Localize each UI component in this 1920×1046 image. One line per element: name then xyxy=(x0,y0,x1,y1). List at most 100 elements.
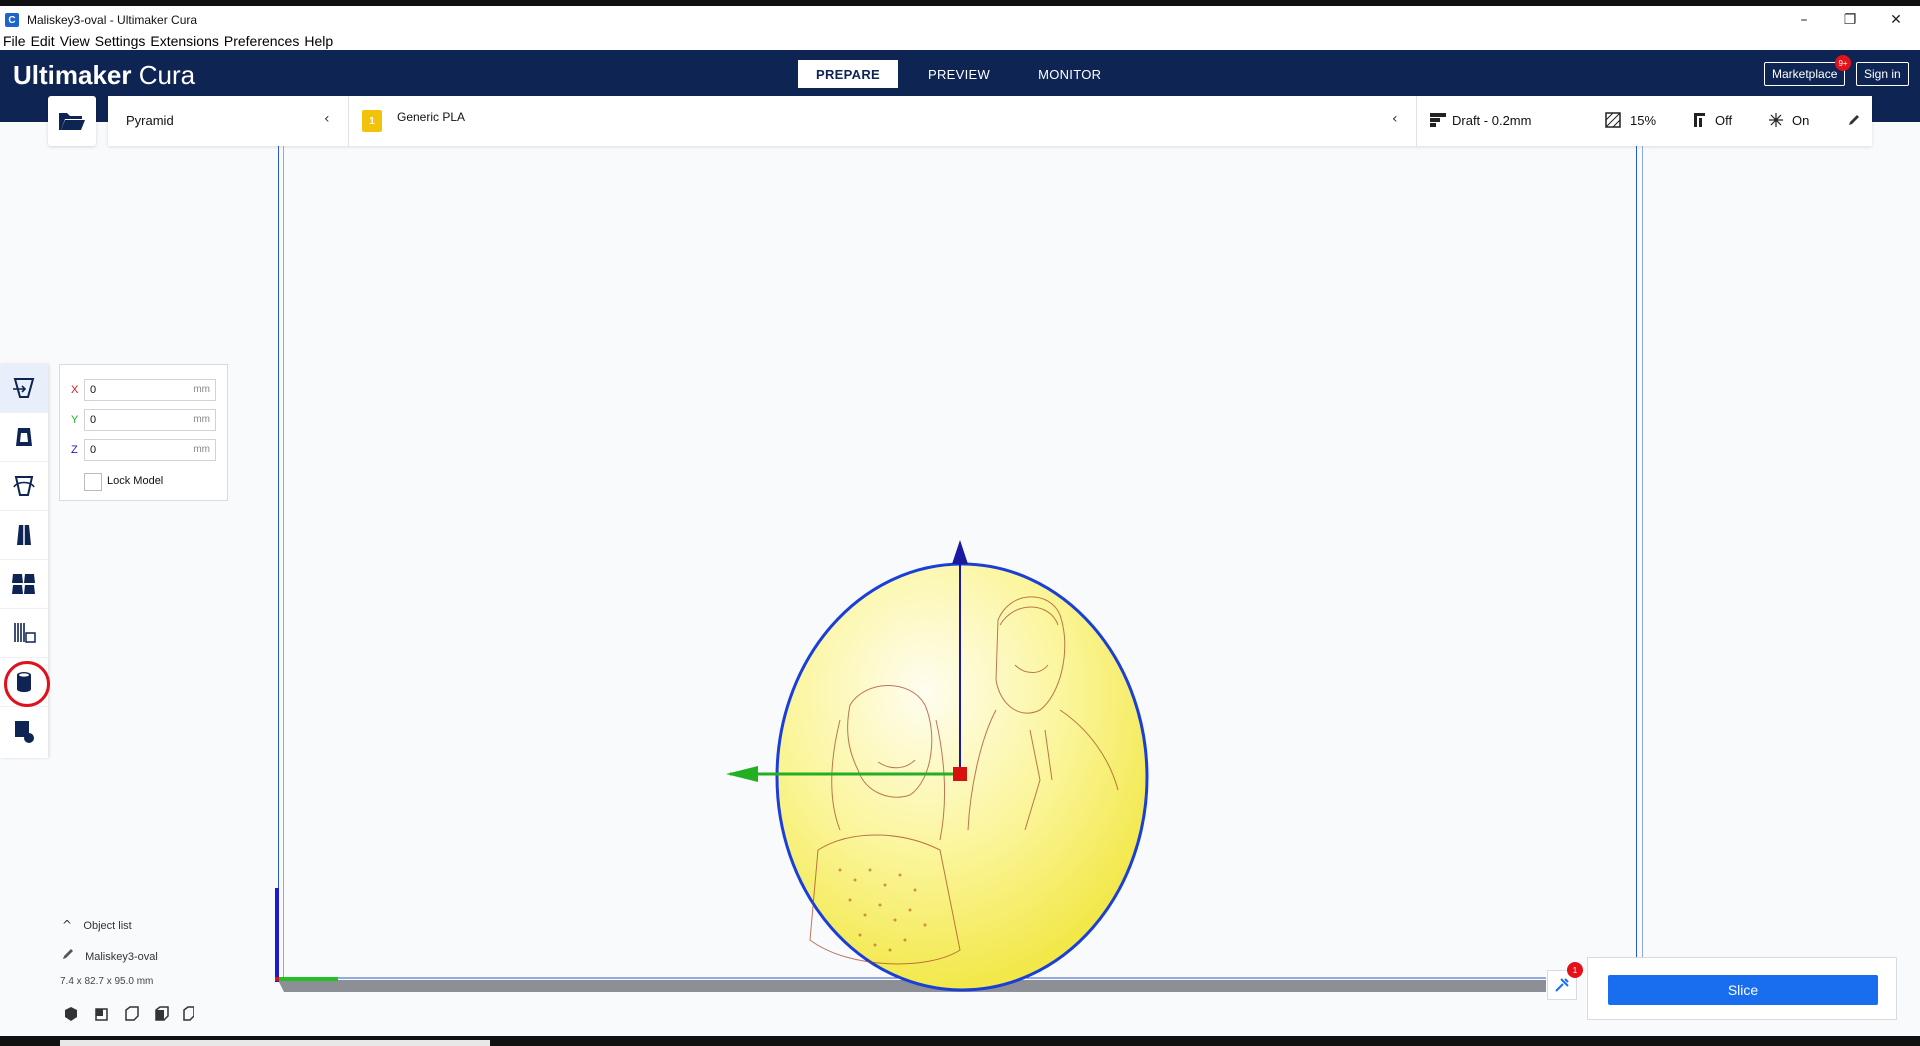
front-view-icon xyxy=(95,1008,108,1021)
folder-open-icon xyxy=(59,113,85,130)
x-position-input[interactable]: 0 mm xyxy=(84,379,216,401)
object-dimensions: 7.4 x 82.7 x 95.0 mm xyxy=(60,976,154,987)
tools-icon xyxy=(1555,978,1569,992)
sign-in-button[interactable]: Sign in xyxy=(1856,62,1909,86)
menu-view[interactable]: View xyxy=(57,34,92,50)
infill-value[interactable]: 15% xyxy=(1630,113,1656,128)
object-name: Maliskey3-oval xyxy=(85,951,158,963)
sign-in-label: Sign in xyxy=(1864,67,1901,81)
support-blocker-icon xyxy=(14,623,36,643)
profile-selector[interactable]: Draft - 0.2mm xyxy=(1452,113,1531,128)
view-orientation-buttons xyxy=(64,1006,195,1025)
mirror-tool-button[interactable] xyxy=(0,511,48,560)
menu-preferences[interactable]: Preferences xyxy=(221,34,301,50)
tab-preview[interactable]: PREVIEW xyxy=(904,60,1014,88)
build-volume-left-edge xyxy=(278,146,279,978)
pencil-icon xyxy=(63,949,73,959)
adhesion-icon xyxy=(1769,113,1783,127)
adhesion-value[interactable]: On xyxy=(1792,113,1809,128)
rotate-tool-button[interactable] xyxy=(0,462,48,511)
x-value: 0 xyxy=(90,384,97,396)
notification-badge: 1 xyxy=(1567,962,1583,978)
restore-button[interactable]: ❐ xyxy=(1827,6,1873,34)
close-window-button[interactable]: ✕ xyxy=(1873,6,1919,34)
mirror-tool-icon xyxy=(17,525,31,545)
window-title-bar: C Maliskey3-oval - Ultimaker Cura xyxy=(0,6,1920,34)
menu-bar: File Edit View Settings Extensions Prefe… xyxy=(0,34,1920,50)
move-tool-button[interactable] xyxy=(0,364,48,413)
y-unit: mm xyxy=(193,414,210,425)
divider xyxy=(1416,96,1417,146)
stage-tabs: PREPARE PREVIEW MONITOR xyxy=(798,60,1125,88)
scale-tool-button[interactable] xyxy=(0,413,48,462)
infill-icon xyxy=(1605,112,1621,128)
3d-view-icon xyxy=(65,1007,77,1021)
printer-selector[interactable]: Pyramid xyxy=(126,113,174,128)
marketplace-button[interactable]: Marketplace xyxy=(1764,62,1846,86)
x-axis-label: X xyxy=(71,384,79,396)
cura-logo: Ultimaker Cura xyxy=(13,60,195,91)
tab-prepare[interactable]: PREPARE xyxy=(798,60,898,88)
support-icon xyxy=(1694,113,1705,127)
move-tool-panel: X 0 mm Y 0 mm Z 0 mm Lock Model xyxy=(59,364,228,501)
build-volume-right-edge xyxy=(1636,146,1637,958)
profile-icon xyxy=(1430,113,1446,127)
menu-settings[interactable]: Settings xyxy=(92,34,148,50)
support-value[interactable]: Off xyxy=(1715,113,1732,128)
z-axis-label: Z xyxy=(71,444,78,456)
marketplace-badge: 9+ xyxy=(1835,55,1851,71)
move-tool-icon xyxy=(13,378,35,398)
y-position-input[interactable]: 0 mm xyxy=(84,409,216,431)
y-value: 0 xyxy=(90,414,97,426)
marketplace-label: Marketplace xyxy=(1772,67,1838,81)
taskbar-segment xyxy=(60,1040,490,1046)
object-name-row[interactable]: Maliskey3-oval xyxy=(62,948,158,963)
slice-panel: Slice xyxy=(1587,957,1897,1020)
taskbar xyxy=(0,1036,1920,1046)
chevron-up-icon: ^ xyxy=(62,918,73,932)
menu-help[interactable]: Help xyxy=(301,34,335,50)
x-axis-handle xyxy=(953,767,967,781)
extruder-badge: 1 xyxy=(362,110,382,132)
custom-support-icon xyxy=(15,720,34,743)
tab-monitor[interactable]: MONITOR xyxy=(1014,60,1125,88)
3d-model-viewport[interactable] xyxy=(700,530,1160,1000)
y-axis-arrow xyxy=(726,766,758,782)
open-file-button[interactable] xyxy=(48,96,96,146)
z-unit: mm xyxy=(193,444,210,455)
pencil-icon[interactable] xyxy=(1848,114,1860,126)
z-position-input[interactable]: 0 mm xyxy=(84,439,216,461)
lock-model-checkbox[interactable] xyxy=(84,473,102,491)
extruder-collapse-chevron-icon[interactable]: ‹ xyxy=(1392,111,1398,127)
slice-button[interactable]: Slice xyxy=(1608,975,1878,1005)
rotate-tool-icon xyxy=(13,476,35,496)
menu-edit[interactable]: Edit xyxy=(28,34,57,50)
per-model-settings-icon xyxy=(12,574,35,594)
top-view-icon xyxy=(125,1006,139,1021)
y-axis-label: Y xyxy=(71,414,79,426)
object-list-toggle[interactable]: ^ Object list xyxy=(62,918,132,932)
per-model-settings-button[interactable] xyxy=(0,560,48,609)
right-view-icon xyxy=(183,1006,195,1021)
window-title: Maliskey3-oval - Ultimaker Cura xyxy=(27,13,198,27)
custom-support-tool-button[interactable] xyxy=(0,707,48,756)
scale-tool-icon xyxy=(16,428,32,446)
z-axis-arrow xyxy=(952,540,968,564)
z-value: 0 xyxy=(90,444,97,456)
build-volume-left-edge xyxy=(283,146,284,978)
menu-extensions[interactable]: Extensions xyxy=(147,34,220,50)
minimize-button[interactable]: – xyxy=(1781,6,1827,34)
lock-model-label: Lock Model xyxy=(107,475,164,487)
highlight-annotation xyxy=(4,661,50,707)
divider xyxy=(348,96,349,146)
menu-file[interactable]: File xyxy=(0,34,28,50)
object-list-label: Object list xyxy=(83,920,132,932)
material-selector[interactable]: Generic PLA xyxy=(397,110,465,124)
brand-bold: Ultimaker xyxy=(13,60,132,90)
build-volume-right-edge xyxy=(1642,146,1643,958)
left-view-icon xyxy=(155,1006,169,1021)
support-blocker-button[interactable] xyxy=(0,609,48,658)
printer-collapse-chevron-icon[interactable]: ‹ xyxy=(324,111,330,127)
brand-light: Cura xyxy=(138,60,196,90)
x-unit: mm xyxy=(193,384,210,395)
